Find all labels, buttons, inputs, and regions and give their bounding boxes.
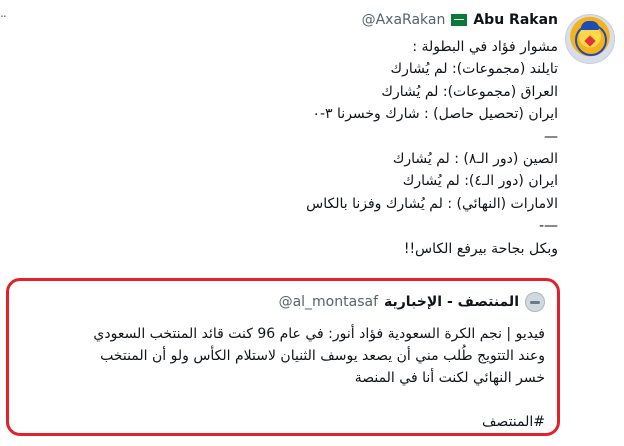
tweet-line: —- — [538, 218, 558, 235]
quoted-tweet-header: المنتصف - الإخبارية @al_montasaf — [279, 292, 545, 312]
author-name[interactable]: Abu Rakan — [473, 12, 558, 28]
tweet-line: الامارات (النهائي) : لم يُشارك وفزنا بال… — [306, 195, 558, 212]
author-handle[interactable]: @AxaRakan — [362, 12, 446, 28]
saudi-flag-icon — [451, 14, 468, 26]
quoted-line: وعند التتويج طُلب مني أن يصعد يوسف الثني… — [100, 348, 545, 364]
quoted-line — [25, 389, 545, 411]
tweet-header: Abu Rakan @AxaRakan — [362, 12, 558, 28]
quoted-line: خسر النهائي لكنت أنا في المنصة — [354, 370, 545, 386]
author-avatar[interactable] — [565, 14, 615, 64]
quoted-hashtag[interactable]: #المنتصف — [25, 411, 545, 433]
quoted-author-handle: @al_montasaf — [278, 294, 378, 310]
tweet-line: مشوار فؤاد في البطولة : — [412, 39, 558, 55]
quoted-author-name: المنتصف - الإخبارية — [384, 294, 519, 310]
tweet-line: — — [544, 128, 558, 145]
tweet-line: وبكل بجاحة بيرفع الكاس!! — [403, 240, 558, 257]
quoted-tweet-text: فيديو | نجم الكرة السعودية فؤاد أنور: في… — [25, 323, 545, 433]
quoted-author-avatar — [525, 292, 545, 312]
quoted-tweet[interactable]: المنتصف - الإخبارية @al_montasaf فيديو |… — [6, 278, 560, 436]
tweet-text: مشوار فؤاد في البطولة : تايلند (مجموعات)… — [198, 36, 558, 260]
tweet-line: ايران (دور الـ٤): لم يُشارك — [402, 173, 558, 190]
tweet-line: تايلند (مجموعات): لم يُشارك — [390, 61, 558, 78]
truncated-mark: .. — [0, 6, 7, 20]
tweet-line: الصين (دور الـ٨) : لم يُشارك — [392, 150, 558, 167]
tweet-line: ايران (تحصيل حاصل) : شارك وخسرنا ٣-٠ — [312, 106, 558, 123]
quoted-line: فيديو | نجم الكرة السعودية فؤاد أنور: في… — [93, 326, 545, 342]
tweet-line: العراق (مجموعات): لم يُشارك — [381, 83, 558, 100]
